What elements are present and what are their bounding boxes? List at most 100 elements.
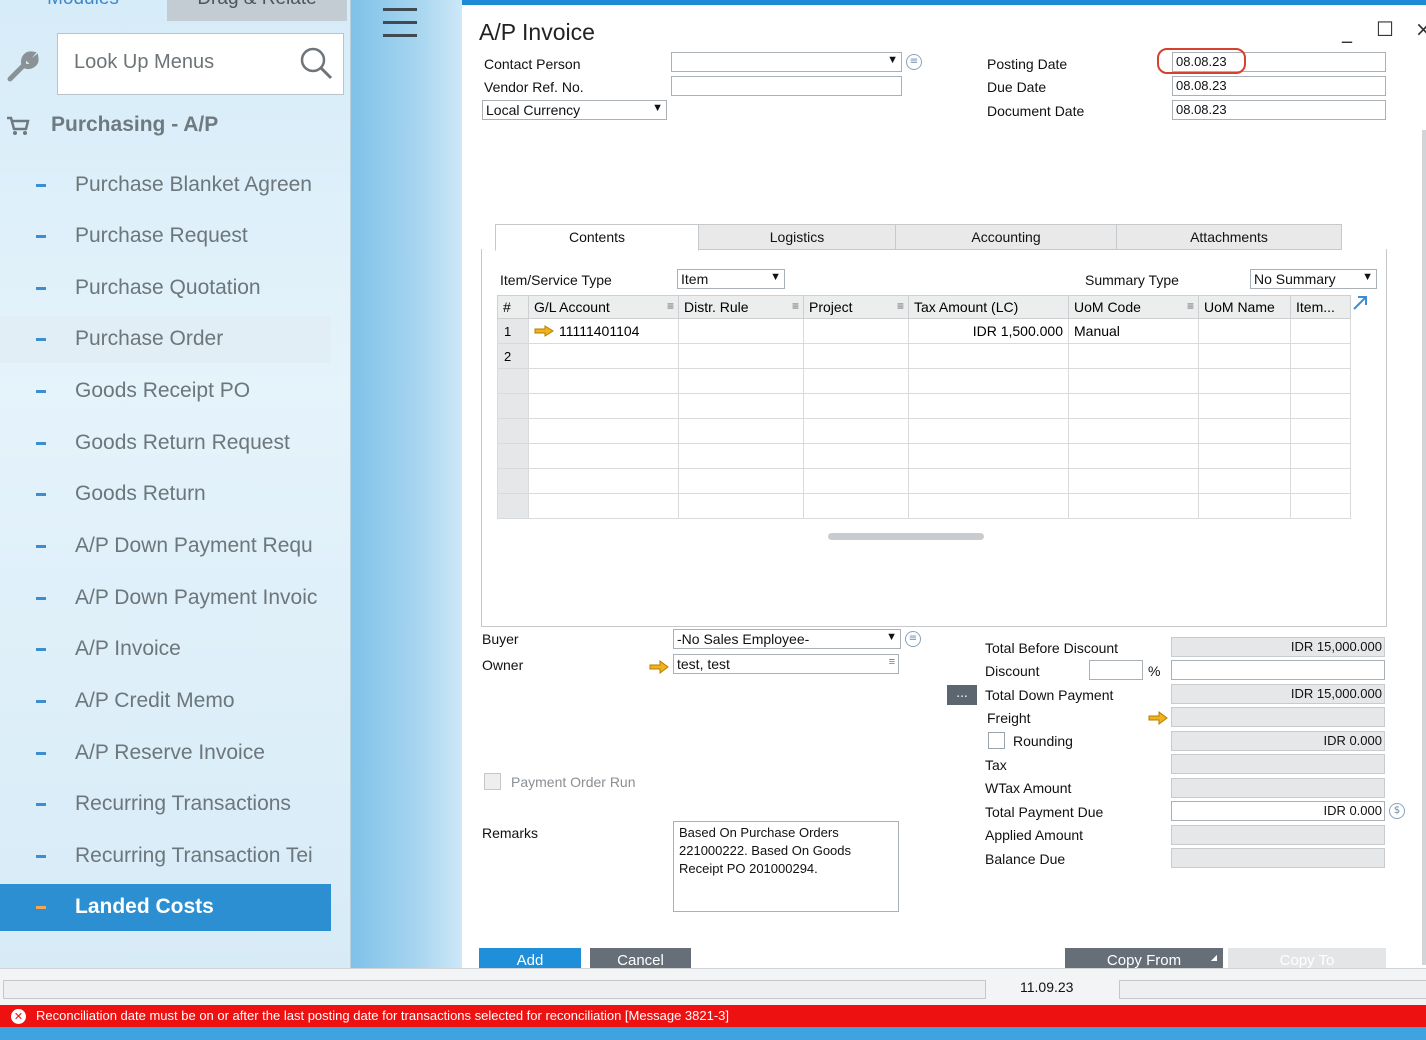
table-row[interactable] (497, 468, 1351, 494)
menu-item-goods-receipt-po[interactable]: Goods Receipt PO (0, 368, 331, 415)
dropdown-arrow-icon[interactable]: ▼ (1362, 271, 1373, 283)
column-header-row-number[interactable]: # (497, 295, 529, 319)
column-header-uom-code[interactable]: UoM Code ≡ (1068, 295, 1199, 319)
dropdown-arrow-icon[interactable]: ▼ (886, 631, 897, 643)
balance-due-field (1171, 848, 1385, 868)
horizontal-scrollbar[interactable] (828, 533, 984, 540)
uom-code-cell[interactable]: Manual (1068, 318, 1199, 344)
column-header-tax-amount[interactable]: Tax Amount (LC) (908, 295, 1069, 319)
list-icon[interactable]: ≡ (906, 54, 922, 70)
dropdown-arrow-icon[interactable]: ▼ (770, 271, 781, 283)
buyer-select[interactable]: -No Sales Employee- ▼ (673, 629, 901, 649)
menu-item-ap-down-payment-request[interactable]: A/P Down Payment Requ (0, 523, 331, 570)
summary-type-value: No Summary (1254, 271, 1336, 287)
link-arrow-icon[interactable] (1148, 711, 1168, 725)
list-icon[interactable]: ≡ (889, 656, 895, 668)
discount-field[interactable] (1171, 660, 1385, 680)
dropdown-arrow-icon[interactable]: ▼ (887, 54, 898, 66)
menu-item-landed-costs[interactable]: Landed Costs (0, 884, 331, 931)
error-message-bar[interactable]: ✕ Reconciliation date must be on or afte… (0, 1005, 1426, 1027)
dash-icon (36, 442, 46, 445)
menu-item-goods-return[interactable]: Goods Return (0, 471, 331, 518)
vendor-ref-field[interactable] (671, 76, 902, 96)
tab-logistics[interactable]: Logistics (698, 224, 896, 250)
column-header-label: Distr. Rule (684, 299, 749, 315)
menu-item-recurring-transactions[interactable]: Recurring Transactions (0, 781, 331, 828)
table-row[interactable] (497, 443, 1351, 469)
status-date: 11.09.23 (1020, 979, 1074, 995)
tax-amount-cell[interactable]: IDR 1,500.000 (908, 318, 1069, 344)
tab-modules[interactable]: Modules (0, 0, 166, 21)
column-header-uom-name[interactable]: UoM Name (1198, 295, 1291, 319)
tax-amount-cell[interactable] (908, 343, 1069, 369)
menu-item-ap-credit-memo[interactable]: A/P Credit Memo (0, 678, 331, 725)
menu-item-purchase-request[interactable]: Purchase Request (0, 213, 331, 260)
tab-attachments[interactable]: Attachments (1116, 224, 1342, 250)
down-payment-details-button[interactable]: ... (947, 685, 977, 705)
menu-item-purchase-blanket-agreement[interactable]: Purchase Blanket Agreen (0, 162, 331, 209)
menu-item-purchase-order[interactable]: Purchase Order (0, 316, 331, 363)
menu-item-ap-invoice[interactable]: A/P Invoice (0, 626, 331, 673)
link-arrow-icon[interactable] (534, 325, 554, 337)
menu-item-goods-return-request[interactable]: Goods Return Request (0, 420, 331, 467)
uom-name-cell[interactable] (1198, 318, 1291, 344)
document-date-field[interactable]: 08.08.23 (1172, 100, 1386, 120)
menu-item-ap-down-payment-invoice[interactable]: A/P Down Payment Invoic (0, 575, 331, 622)
summary-type-select[interactable]: No Summary ▼ (1250, 269, 1377, 289)
payment-order-run-checkbox[interactable] (484, 773, 501, 790)
item-service-type-select[interactable]: Item ▼ (677, 269, 785, 289)
search-icon[interactable] (297, 44, 335, 82)
uom-code-cell[interactable] (1068, 343, 1199, 369)
vertical-scrollbar[interactable] (1422, 130, 1426, 965)
remarks-field[interactable]: Based On Purchase Orders 221000222. Base… (673, 821, 899, 912)
expand-grid-icon[interactable] (1351, 294, 1369, 312)
tab-drag-relate[interactable]: Drag & Relate (167, 0, 347, 21)
distr-rule-cell[interactable] (678, 318, 804, 344)
hamburger-menu-icon[interactable] (383, 8, 417, 38)
table-row[interactable] (497, 368, 1351, 394)
project-cell[interactable] (803, 318, 909, 344)
column-header-distr-rule[interactable]: Distr. Rule ≡ (678, 295, 804, 319)
list-icon[interactable]: ≡ (905, 631, 921, 647)
total-payment-due-field[interactable]: IDR 0.000 (1171, 801, 1385, 821)
project-cell[interactable] (803, 343, 909, 369)
column-header-gl-account[interactable]: G/L Account ≡ (528, 295, 679, 319)
discount-percent-field[interactable] (1089, 660, 1143, 680)
distr-rule-cell[interactable] (678, 343, 804, 369)
minimize-icon[interactable]: _ (1342, 19, 1352, 43)
row-number (497, 468, 529, 494)
table-row[interactable] (497, 493, 1351, 519)
wrench-icon[interactable] (0, 33, 53, 95)
payment-means-icon[interactable]: $ (1389, 803, 1405, 819)
gl-account-cell[interactable] (528, 343, 679, 369)
menu-item-purchase-quotation[interactable]: Purchase Quotation (0, 265, 331, 312)
uom-name-cell[interactable] (1198, 343, 1291, 369)
tab-contents[interactable]: Contents (495, 224, 699, 251)
menu-item-label: A/P Credit Memo (75, 689, 235, 712)
table-row[interactable] (497, 418, 1351, 444)
row-number: 2 (497, 343, 529, 369)
gl-account-cell[interactable]: 11111401104 (528, 318, 679, 344)
owner-field[interactable]: test, test ≡ (673, 654, 899, 674)
item-cell[interactable] (1290, 343, 1351, 369)
due-date-field[interactable]: 08.08.23 (1172, 76, 1386, 96)
column-header-item[interactable]: Item... (1290, 295, 1351, 319)
maximize-icon[interactable]: ☐ (1376, 17, 1394, 41)
dropdown-arrow-icon[interactable]: ▼ (652, 102, 663, 114)
row-number (497, 443, 529, 469)
item-cell[interactable] (1290, 318, 1351, 344)
link-arrow-icon[interactable] (649, 660, 669, 674)
menu-item-recurring-transaction-templates[interactable]: Recurring Transaction Tei (0, 833, 331, 880)
contact-person-field[interactable]: ▼ (671, 52, 902, 72)
tab-accounting[interactable]: Accounting (895, 224, 1117, 250)
rounding-checkbox[interactable] (988, 732, 1005, 749)
close-icon[interactable]: × (1415, 17, 1426, 41)
table-row[interactable] (497, 393, 1351, 419)
currency-select[interactable]: Local Currency ▼ (482, 100, 667, 120)
table-row[interactable]: 1 11111401104 IDR 1,500.000 Manual (497, 318, 1351, 344)
menu-item-ap-reserve-invoice[interactable]: A/P Reserve Invoice (0, 730, 331, 777)
column-header-project[interactable]: Project ≡ (803, 295, 909, 319)
category-purchasing[interactable]: Purchasing - A/P (0, 103, 350, 147)
menu-search-field[interactable]: Look Up Menus (57, 33, 344, 95)
table-row[interactable]: 2 (497, 343, 1351, 369)
